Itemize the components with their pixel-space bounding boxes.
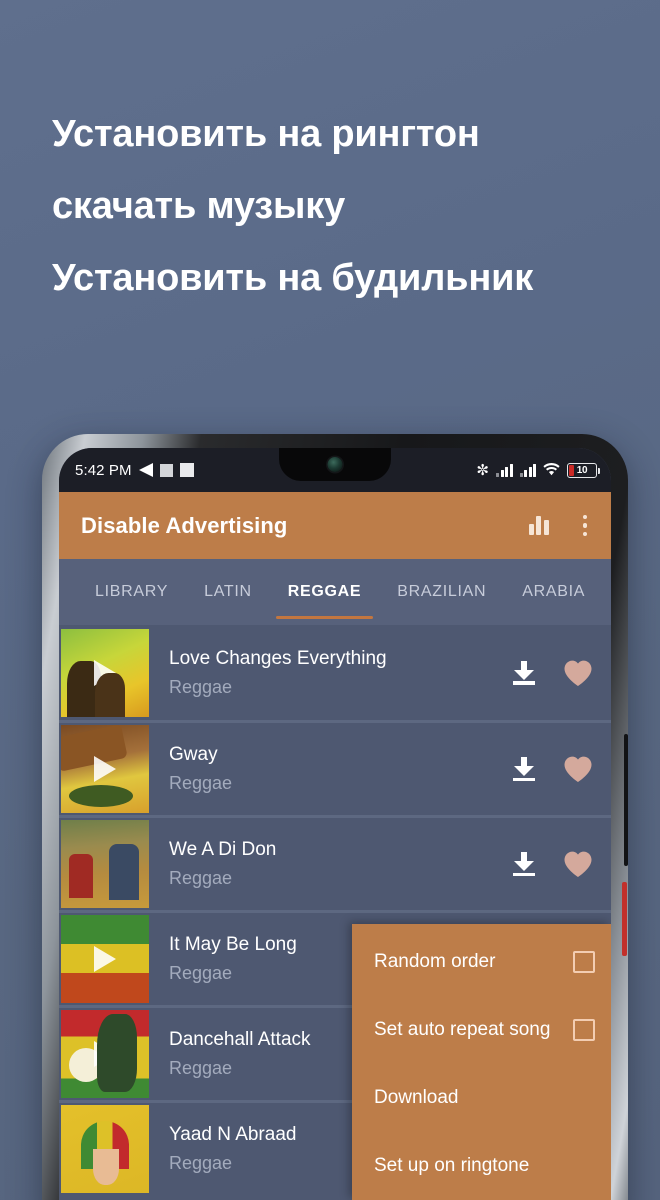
phone-mockup: 5:42 PM ✼ 10 Disable Advertising LIBRARY… bbox=[42, 434, 628, 1200]
heart-icon[interactable] bbox=[563, 659, 593, 687]
menu-item-label: Random order bbox=[374, 951, 496, 972]
clock: 5:42 PM bbox=[75, 461, 132, 479]
play-icon[interactable] bbox=[94, 659, 116, 686]
signal-icon bbox=[496, 463, 513, 477]
song-genre: Reggae bbox=[169, 676, 233, 697]
play-icon[interactable] bbox=[94, 1041, 116, 1067]
menu-item-random-order[interactable]: Random order bbox=[352, 928, 611, 996]
signal-icon bbox=[519, 463, 536, 477]
song-actions bbox=[513, 850, 593, 878]
heart-icon[interactable] bbox=[563, 755, 593, 783]
app-bar-actions bbox=[528, 513, 594, 539]
song-meta: Love Changes Everything Reggae bbox=[149, 646, 513, 700]
menu-item-label: Download bbox=[374, 1087, 459, 1108]
tab-brazilian[interactable]: BRAZILIAN bbox=[379, 559, 504, 625]
menu-item-label: Set up on ringtone bbox=[374, 1155, 530, 1176]
app-bar: Disable Advertising bbox=[59, 492, 611, 559]
tab-library[interactable]: LIBRARY bbox=[77, 559, 186, 625]
play-icon[interactable] bbox=[94, 756, 116, 782]
download-icon[interactable] bbox=[513, 660, 535, 685]
heart-icon[interactable] bbox=[563, 850, 593, 878]
menu-item-set-ringtone[interactable]: Set up on ringtone bbox=[352, 1132, 611, 1200]
song-row[interactable]: Gway Reggae bbox=[59, 720, 611, 815]
battery-percent: 10 bbox=[576, 464, 588, 476]
song-row[interactable]: Love Changes Everything Reggae bbox=[59, 625, 611, 720]
song-meta: We A Di Don Reggae bbox=[149, 837, 513, 891]
song-title: We A Di Don bbox=[169, 839, 277, 860]
auto-repeat-checkbox[interactable] bbox=[573, 1019, 595, 1041]
phone-screen: 5:42 PM ✼ 10 Disable Advertising LIBRARY… bbox=[59, 448, 611, 1200]
menu-item-label: Set auto repeat song bbox=[374, 1019, 551, 1040]
song-title: Gway bbox=[169, 744, 218, 765]
tab-latin[interactable]: LATIN bbox=[186, 559, 270, 625]
screenshot-root: Установить на рингтон скачать музыку Уст… bbox=[0, 0, 660, 1200]
album-art-thumbnail[interactable] bbox=[61, 1010, 149, 1098]
download-icon[interactable] bbox=[513, 852, 535, 876]
download-icon[interactable] bbox=[513, 757, 535, 781]
app-square-icon bbox=[179, 463, 194, 477]
song-genre: Reggae bbox=[169, 773, 233, 793]
song-actions bbox=[513, 659, 593, 687]
notch bbox=[279, 448, 391, 481]
status-bar-right: ✼ 10 bbox=[476, 461, 600, 479]
headline-line-2: скачать музыку bbox=[52, 185, 345, 227]
tab-reggae[interactable]: REGGAE bbox=[270, 559, 380, 625]
play-icon[interactable] bbox=[94, 946, 116, 972]
song-title: Love Changes Everything bbox=[169, 647, 387, 669]
more-vertical-icon[interactable] bbox=[577, 513, 594, 539]
wifi-icon bbox=[543, 462, 560, 479]
genre-tabs[interactable]: LIBRARY LATIN REGGAE BRAZILIAN ARABIA bbox=[59, 559, 611, 625]
wifi-glyph bbox=[543, 462, 560, 475]
volume-button[interactable] bbox=[624, 734, 628, 866]
menu-item-download[interactable]: Download bbox=[352, 1064, 611, 1132]
power-button[interactable] bbox=[622, 882, 627, 956]
headline-line-1: Установить на рингтон bbox=[52, 113, 480, 155]
overflow-menu[interactable]: Random order Set auto repeat song Downlo… bbox=[352, 924, 611, 1200]
menu-item-auto-repeat[interactable]: Set auto repeat song bbox=[352, 996, 611, 1064]
album-art-thumbnail[interactable] bbox=[61, 628, 149, 717]
status-bar-left: 5:42 PM bbox=[75, 462, 194, 479]
front-camera-icon bbox=[327, 457, 343, 472]
battery-icon: 10 bbox=[567, 462, 600, 478]
album-art-thumbnail[interactable] bbox=[61, 915, 149, 1003]
song-actions bbox=[513, 755, 593, 783]
status-bar: 5:42 PM ✼ 10 bbox=[59, 448, 611, 492]
song-meta: Gway Reggae bbox=[149, 742, 513, 796]
album-art-thumbnail[interactable] bbox=[61, 725, 149, 813]
app-square-icon bbox=[159, 463, 173, 477]
random-order-checkbox[interactable] bbox=[573, 951, 595, 973]
song-genre: Reggae bbox=[169, 868, 233, 888]
album-art-thumbnail[interactable] bbox=[61, 820, 149, 908]
headline: Установить на рингтон скачать музыку Уст… bbox=[52, 98, 642, 314]
app-title: Disable Advertising bbox=[81, 512, 288, 538]
tab-arabian[interactable]: ARABIA bbox=[504, 559, 603, 625]
equalizer-icon[interactable] bbox=[528, 516, 549, 535]
headline-line-3: Установить на будильник bbox=[52, 257, 534, 299]
bluetooth-icon: ✼ bbox=[476, 461, 489, 479]
battery-fill bbox=[569, 464, 574, 476]
song-row[interactable]: We A Di Don Reggae bbox=[59, 815, 611, 910]
telegram-icon bbox=[138, 463, 153, 477]
album-art-thumbnail[interactable] bbox=[61, 1105, 149, 1193]
